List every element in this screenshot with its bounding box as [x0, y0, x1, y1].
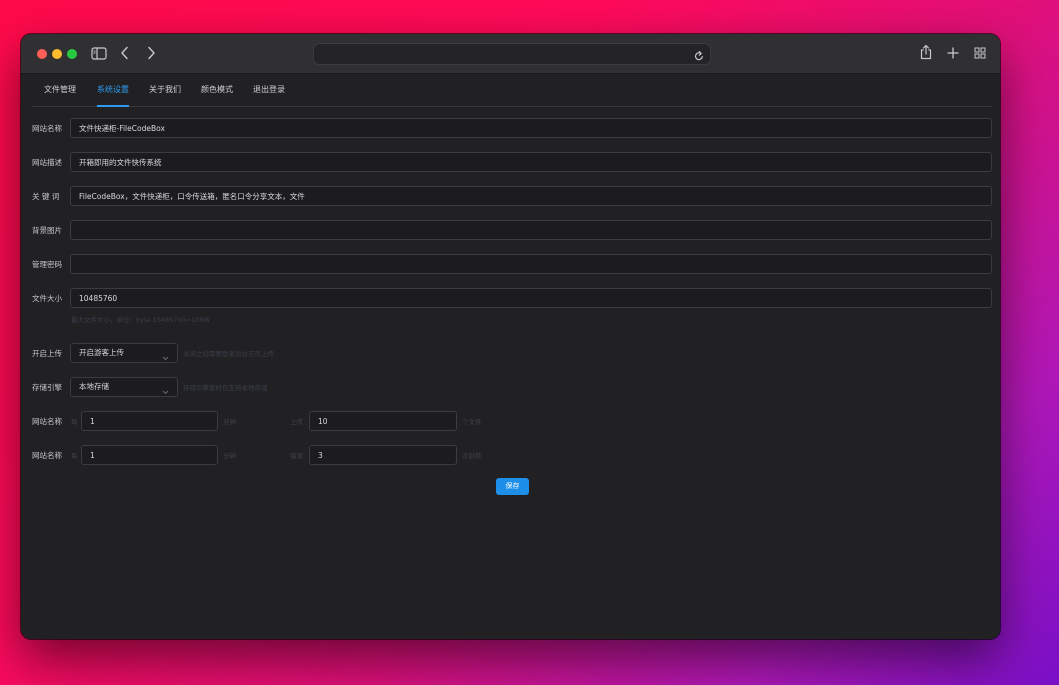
- file-size-label: 文件大小: [32, 294, 62, 303]
- error-limit-action: 错误: [290, 452, 303, 460]
- storage-engine-hint: 存储引擎暂时仅支持本地存储: [183, 384, 268, 392]
- error-limit-minutes-unit: 分钟: [223, 452, 236, 460]
- chevron-down-icon: [162, 384, 169, 402]
- upload-limit-minutes-input[interactable]: [81, 411, 218, 431]
- zoom-window-button[interactable]: [67, 49, 77, 59]
- site-name-label: 网站名称: [32, 124, 62, 133]
- error-limit-label: 网站名称: [32, 451, 62, 460]
- close-window-button[interactable]: [37, 49, 47, 59]
- site-description-label: 网站描述: [32, 158, 62, 167]
- upload-limit-count-input[interactable]: [309, 411, 457, 431]
- upload-limit-label: 网站名称: [32, 417, 62, 426]
- tab-about-us[interactable]: 关于我们: [149, 73, 181, 106]
- admin-password-input[interactable]: [70, 254, 992, 274]
- background-image-input[interactable]: [70, 220, 992, 240]
- sidebar-icon[interactable]: [91, 45, 107, 61]
- browser-window: 文件管理 系统设置 关于我们 颜色模式 退出登录 网站名称 网站描述 关 键 词…: [21, 34, 1000, 639]
- error-limit-minutes-input[interactable]: [81, 445, 218, 465]
- chevron-down-icon: [162, 350, 169, 368]
- error-limit-prefix: 每: [71, 452, 78, 460]
- tab-color-mode[interactable]: 颜色模式: [201, 73, 233, 106]
- back-icon[interactable]: [120, 45, 129, 61]
- save-button[interactable]: 保存: [496, 478, 529, 495]
- open-upload-label: 开启上传: [32, 349, 62, 358]
- tab-logout[interactable]: 退出登录: [253, 73, 285, 106]
- admin-password-label: 管理密码: [32, 260, 62, 269]
- keywords-input[interactable]: [70, 186, 992, 206]
- open-upload-hint: 关闭之后需要登录后台方可上传: [183, 350, 274, 358]
- tab-system-settings[interactable]: 系统设置: [97, 73, 129, 107]
- upload-limit-suffix: 个文件: [462, 418, 482, 426]
- new-tab-icon[interactable]: [947, 45, 959, 61]
- open-upload-select[interactable]: 开启游客上传: [70, 343, 178, 363]
- upload-limit-minutes-unit: 分钟: [223, 418, 236, 426]
- reload-icon[interactable]: [694, 47, 704, 66]
- share-icon[interactable]: [920, 44, 932, 60]
- background-image-label: 背景图片: [32, 226, 62, 235]
- minimize-window-button[interactable]: [52, 49, 62, 59]
- error-limit-count-input[interactable]: [309, 445, 457, 465]
- forward-icon[interactable]: [147, 45, 156, 61]
- error-limit-suffix: 次封禁: [462, 452, 482, 460]
- browser-toolbar: [21, 34, 1000, 74]
- upload-limit-prefix: 每: [71, 418, 78, 426]
- open-upload-value: 开启游客上传: [79, 348, 124, 357]
- file-size-hint: 最大文件大小，单位：byte 10485760=10MB: [71, 316, 210, 324]
- file-size-input[interactable]: [70, 288, 992, 308]
- storage-engine-select[interactable]: 本地存储: [70, 377, 178, 397]
- tab-file-management[interactable]: 文件管理: [44, 73, 76, 106]
- settings-tabs: 文件管理 系统设置 关于我们 颜色模式 退出登录: [32, 73, 992, 107]
- storage-engine-value: 本地存储: [79, 382, 109, 391]
- storage-engine-label: 存储引擎: [32, 383, 62, 392]
- site-description-input[interactable]: [70, 152, 992, 172]
- tab-overview-icon[interactable]: [974, 45, 986, 61]
- site-name-input[interactable]: [70, 118, 992, 138]
- address-bar[interactable]: [313, 43, 711, 65]
- upload-limit-action: 上传: [290, 418, 303, 426]
- keywords-label: 关 键 词: [32, 192, 60, 201]
